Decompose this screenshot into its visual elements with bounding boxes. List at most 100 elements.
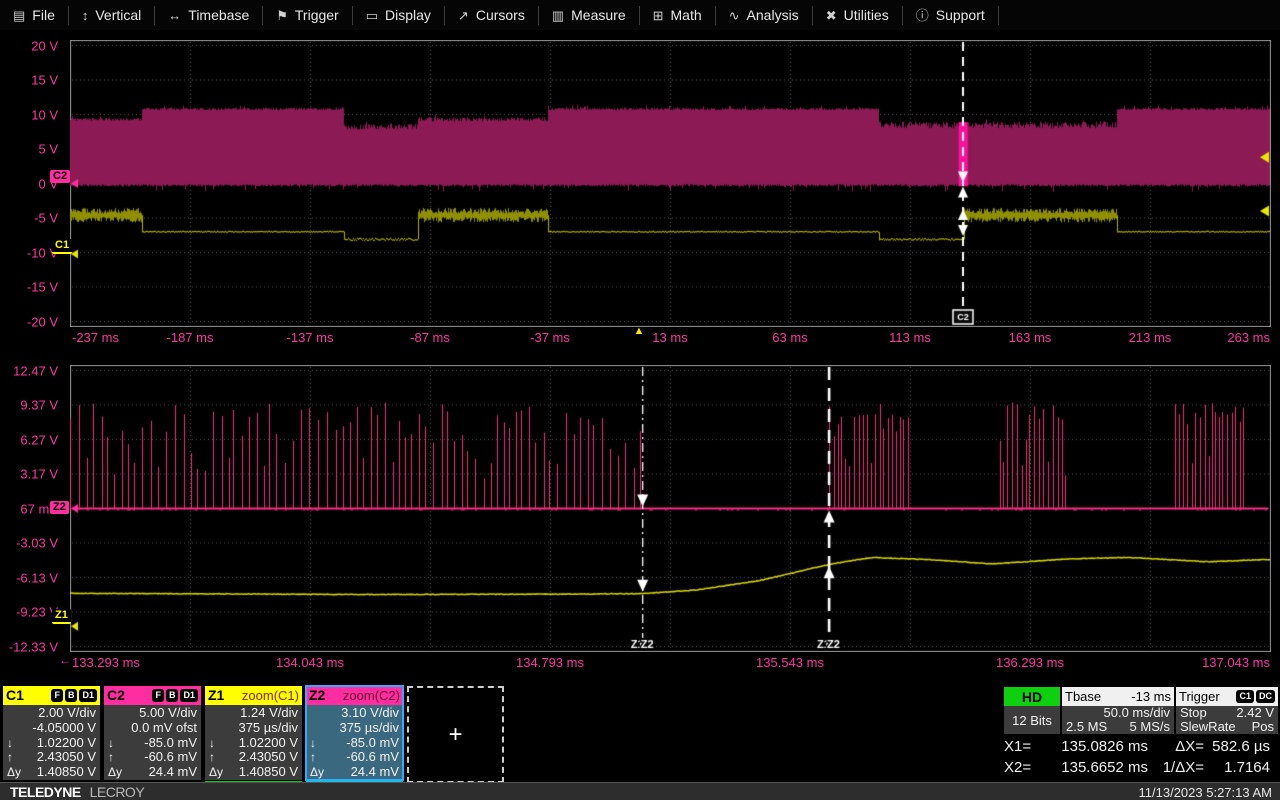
time-per-div: 375 µs/div [238,721,298,736]
menu-trigger[interactable]: ⚑Trigger [263,0,351,30]
menu-label: Utilities [844,7,889,23]
channel-badge: D1 [79,689,97,702]
menu-display[interactable]: ▭Display [353,0,444,30]
cursor-high-value: 2.43050 V [239,750,298,765]
zoom-waveform-grid[interactable] [70,365,1271,652]
menu-utilities[interactable]: ✖ Utilities [813,0,902,30]
menu-label: Timebase [188,7,249,23]
z2-position-indicator[interactable]: Z2 [50,501,69,514]
trigger-header: Trigger C1 DC [1176,687,1278,706]
cursor-low-icon: ↓ [7,736,13,751]
timebase-icon: ↔ [168,9,181,22]
menu-cursors[interactable]: ↗Cursors [445,0,538,30]
z2-values: 3.10 V/div 375 µs/div ↓-85.0 mV ↑-60.6 m… [306,705,403,780]
main-grid-y-axis: 20 V15 V10 V5 V0 V-5 V-10 V-15 V-20 V [0,40,64,327]
menu-label: Support [936,7,985,23]
y-axis-tick-label: 3.17 V [20,467,58,482]
menu-support[interactable]: ⓘSupport [903,0,998,30]
oscilloscope-app: ▤File ↕Vertical ↔ Timebase ⚑Trigger ▭Disp… [0,0,1280,800]
add-trace-button[interactable]: + [407,686,504,783]
plus-icon: + [448,721,462,749]
delta-y-icon: Δy [108,765,122,780]
utilities-icon: ✖ [826,9,837,22]
delta-y-icon: Δy [7,765,21,780]
zoom-grid-x-axis: 133.293 ms 134.043 ms 134.793 ms 135.543 ms… [70,652,1271,674]
offset: 0.0 mV ofst [131,721,197,736]
brand-teledyne: TELEDYNE [10,784,81,800]
channel-name: C2 [107,686,125,705]
volts-per-div: 5.00 V/div [139,706,197,721]
z1-values: 1.24 V/div 375 µs/div ↓1.02200 V ↑2.4305… [205,705,302,780]
c2-badges: F B D1 [152,689,198,702]
menu-vertical[interactable]: ↕Vertical [69,0,154,30]
c2-values: 5.00 V/div 0.0 mV ofst ↓-85.0 mV ↑-60.6 … [104,705,201,780]
x2-value: 135.6652 ms [1044,757,1148,778]
hd-mode-box[interactable]: HD 12 Bits [1004,687,1060,734]
x-axis-tick-label: 135.543 ms [756,655,824,670]
menu-timebase[interactable]: ↔ Timebase [155,0,262,30]
vertical-icon: ↕ [82,9,89,22]
y-axis-tick-label: 20 V [31,38,58,53]
main-waveform-grid[interactable] [70,40,1271,327]
hd-bits: 12 Bits [1012,713,1052,728]
main-grid-x-axis: -237 ms-187 ms-137 ms-87 ms-37 ms13 ms63… [70,327,1271,349]
x-axis-tick-label: 136.293 ms [996,655,1064,670]
channel-descriptor-z1[interactable]: Z1 zoom(C1) 1.24 V/div 375 µs/div ↓1.022… [205,686,302,780]
trigger-box[interactable]: Trigger C1 DC Stop2.42 V SlewRatePos [1176,687,1278,734]
channel-descriptor-c1[interactable]: C1 F B D1 2.00 V/div -4.05000 V ↓1.02200… [3,686,100,780]
trigger-time-marker[interactable]: ▲ [632,325,646,337]
offset: -4.05000 V [32,721,96,736]
cursor-low-value: 1.02200 V [37,736,96,751]
brand-lecroy: LECROY [90,784,145,800]
channel-name: Z1 [208,686,224,705]
cursor-high-icon: ↑ [7,750,13,765]
channel-descriptor-z2[interactable]: Z2 zoom(C2) 3.10 V/div 375 µs/div ↓-85.0… [306,686,403,780]
trigger-source-badge: C1 [1236,690,1254,703]
cursor-high-value: -60.6 mV [346,750,399,765]
timebase-box[interactable]: Tbase -13 ms 50.0 ms/div 2.5 MS5 MS/s [1062,687,1174,734]
delta-y-icon: Δy [209,765,223,780]
trigger-coupling-badge: DC [1256,690,1275,703]
x-axis-tick-label: 213 ms [1129,330,1172,345]
delta-y-value: 24.4 mV [351,765,399,780]
x-axis-tick-label: 113 ms [889,330,931,345]
tbase-rate: 5 MS/s [1130,720,1170,734]
c1-position-indicator[interactable]: C1 [52,239,72,254]
inv-dx-value: 1.7164 kHz [1208,757,1278,778]
c2-position-indicator[interactable]: C2 [50,170,70,183]
delta-y-value: 1.40850 V [239,765,298,780]
menu-math[interactable]: ⊞Math [640,0,715,30]
cursor-high-icon: ↑ [310,750,316,765]
x-axis-tick-label: 137.043 ms [1202,655,1270,670]
channel-name: C1 [6,686,24,705]
menu-analysis[interactable]: ∿Analysis [716,0,812,30]
z2-header: Z2 zoom(C2) [306,686,403,705]
hd-label: HD [1022,689,1042,705]
x-axis-tick-label: 63 ms [772,330,807,345]
volts-per-div: 1.24 V/div [240,706,298,721]
trigger-level: 2.42 V [1236,706,1274,720]
menu-label: Display [385,7,431,23]
x-axis-tick-label: 134.793 ms [516,655,584,670]
menu-file[interactable]: ▤File [0,0,68,30]
menu-bar: ▤File ↕Vertical ↔ Timebase ⚑Trigger ▭Disp… [0,0,1280,30]
z1-position-indicator[interactable]: Z1 [52,609,71,624]
channel-descriptor-c2[interactable]: C2 F B D1 5.00 V/div 0.0 mV ofst ↓-85.0 … [104,686,201,780]
x2-label: X2= [1004,757,1044,778]
hd-header: HD [1004,687,1060,706]
tbase-samples: 2.5 MS [1066,720,1107,734]
cursor-high-icon: ↑ [108,750,114,765]
x1-label: X1= [1004,736,1044,757]
x-axis-tick-label: 133.293 ms [72,655,140,670]
y-axis-tick-label: -6.13 V [16,570,58,585]
menu-measure[interactable]: ▥Measure [539,0,639,30]
cursors-icon: ↗ [458,9,469,22]
c1-badges: F B D1 [51,689,97,702]
status-bar: TELEDYNE LECROY 11/13/2023 5:27:13 AM [0,782,1280,800]
x-axis-tick-label: 163 ms [1009,330,1052,345]
cursor-high-icon: ↑ [209,750,215,765]
x-axis-tick-label: 134.043 ms [276,655,344,670]
delta-y-value: 24.4 mV [149,765,197,780]
y-axis-tick-label: -15 V [27,280,58,295]
menu-label: Measure [571,7,625,23]
